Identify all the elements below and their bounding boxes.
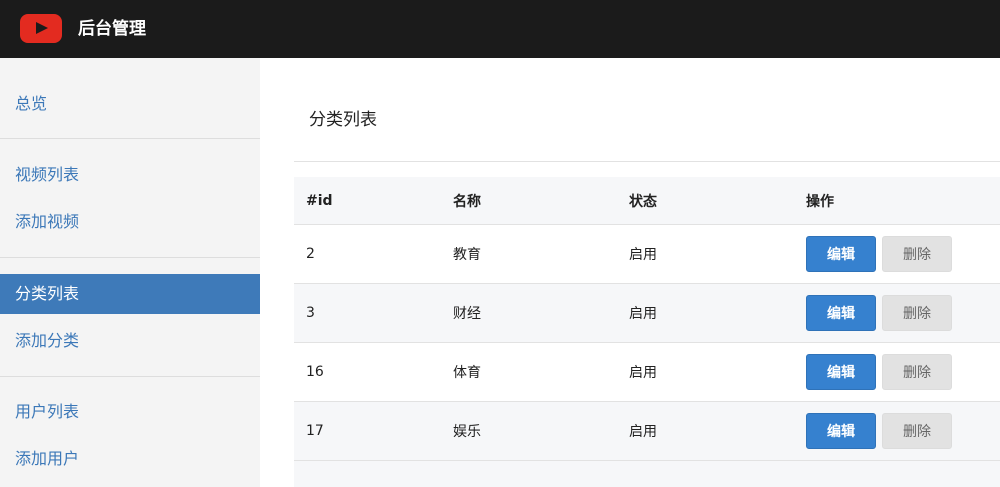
play-icon <box>36 22 48 34</box>
top-navbar: 后台管理 <box>0 0 1000 58</box>
cell-name: 教育 <box>453 247 481 263</box>
sidebar-item-add-user[interactable]: 添加用户 <box>0 439 260 479</box>
column-header-status: 状态 <box>629 193 657 210</box>
page-title: 分类列表 <box>309 110 377 130</box>
app-title[interactable]: 后台管理 <box>78 18 146 40</box>
cell-actions: 编辑 删除 <box>806 343 952 401</box>
column-header-name: 名称 <box>453 193 481 210</box>
sidebar-item-add-category[interactable]: 添加分类 <box>0 321 260 361</box>
cell-actions: 编辑 删除 <box>806 402 952 460</box>
cell-name: 财经 <box>453 306 481 322</box>
sidebar-item-video-list[interactable]: 视频列表 <box>0 155 260 195</box>
column-header-id: #id <box>306 192 333 209</box>
table-footer-spacer <box>294 461 1000 487</box>
youtube-logo-icon[interactable] <box>20 14 62 43</box>
delete-button[interactable]: 删除 <box>882 413 952 449</box>
cell-id: 2 <box>306 246 315 262</box>
sidebar-divider <box>0 257 260 258</box>
title-divider <box>294 161 1000 162</box>
cell-actions: 编辑 删除 <box>806 284 952 342</box>
delete-button[interactable]: 删除 <box>882 236 952 272</box>
delete-button[interactable]: 删除 <box>882 295 952 331</box>
cell-id: 16 <box>306 364 324 380</box>
sidebar: 总览 视频列表 添加视频 分类列表 添加分类 用户列表 添加用户 <box>0 58 260 487</box>
edit-button[interactable]: 编辑 <box>806 413 876 449</box>
edit-button[interactable]: 编辑 <box>806 295 876 331</box>
sidebar-divider <box>0 138 260 139</box>
table-header-row: #id 名称 状态 操作 <box>294 177 1000 225</box>
cell-status: 启用 <box>629 247 657 263</box>
cell-name: 娱乐 <box>453 424 481 440</box>
column-header-actions: 操作 <box>806 193 834 210</box>
cell-id: 3 <box>306 305 315 321</box>
edit-button[interactable]: 编辑 <box>806 236 876 272</box>
cell-status: 启用 <box>629 424 657 440</box>
table-row: 2 教育 启用 编辑 删除 <box>294 225 1000 284</box>
table-row: 3 财经 启用 编辑 删除 <box>294 284 1000 343</box>
cell-actions: 编辑 删除 <box>806 225 952 283</box>
main-content: 分类列表 #id 名称 状态 操作 2 教育 启用 编辑 删除 3 财经 启用 … <box>260 58 1000 487</box>
edit-button[interactable]: 编辑 <box>806 354 876 390</box>
sidebar-item-user-list[interactable]: 用户列表 <box>0 392 260 432</box>
cell-name: 体育 <box>453 365 481 381</box>
sidebar-item-add-video[interactable]: 添加视频 <box>0 202 260 242</box>
cell-id: 17 <box>306 423 324 439</box>
table-row: 16 体育 启用 编辑 删除 <box>294 343 1000 402</box>
delete-button[interactable]: 删除 <box>882 354 952 390</box>
cell-status: 启用 <box>629 365 657 381</box>
cell-status: 启用 <box>629 306 657 322</box>
sidebar-divider <box>0 376 260 377</box>
category-table: #id 名称 状态 操作 2 教育 启用 编辑 删除 3 财经 启用 编辑 删除… <box>294 177 1000 487</box>
sidebar-item-category-list[interactable]: 分类列表 <box>0 274 260 314</box>
table-row: 17 娱乐 启用 编辑 删除 <box>294 402 1000 461</box>
sidebar-item-overview[interactable]: 总览 <box>0 84 260 124</box>
